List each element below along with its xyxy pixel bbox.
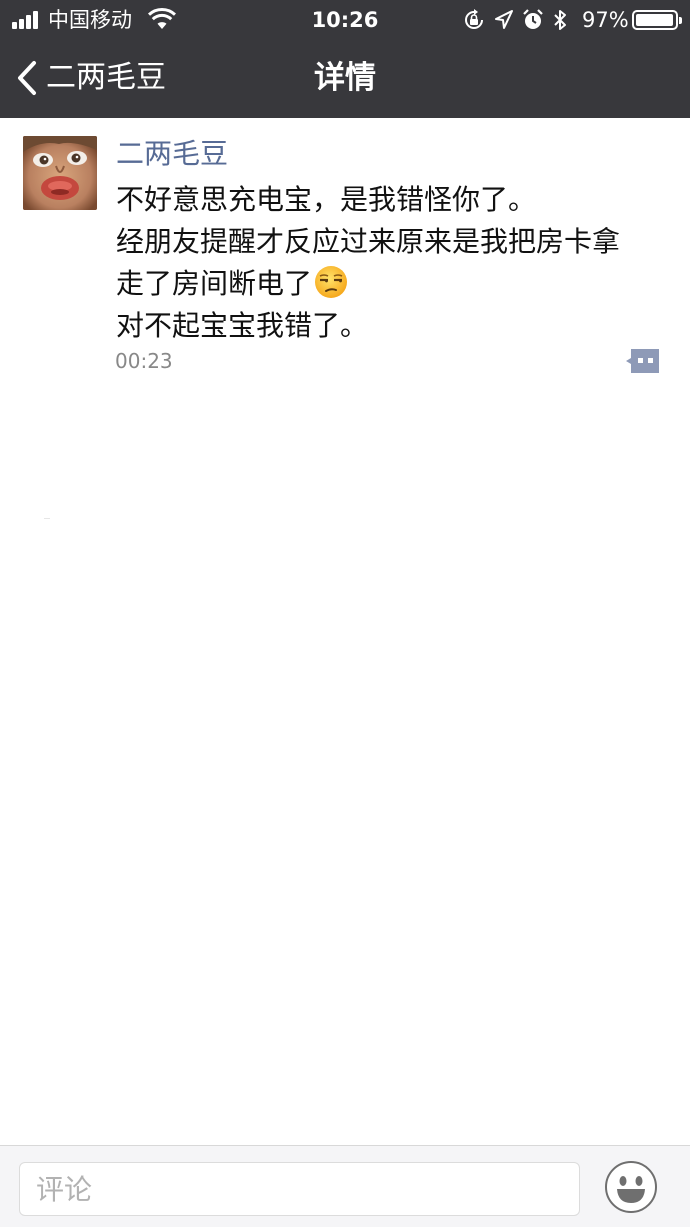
battery-fill xyxy=(636,14,673,26)
nav-bar: 二两毛豆 详情 xyxy=(0,40,690,118)
battery-percent: 97% xyxy=(582,8,629,32)
status-bar: 中国移动 10:26 97% xyxy=(0,0,690,40)
avatar-photo xyxy=(23,136,97,210)
post-line: 经朋友提醒才反应过来原来是我把房卡拿 xyxy=(116,225,621,258)
post-text: 不好意思充电宝，是我错怪你了。 经朋友提醒才反应过来原来是我把房卡拿 走了房间断… xyxy=(116,179,666,347)
avatar[interactable] xyxy=(23,136,97,210)
unamused-face-emoji xyxy=(315,266,348,298)
top-bar: 中国移动 10:26 97% 二两毛豆 详情 xyxy=(0,0,690,118)
post-line: 不好意思充电宝，是我错怪你了。 xyxy=(116,183,537,216)
comment-bar xyxy=(0,1145,690,1227)
post-line-text: 走了房间断电了 xyxy=(116,267,313,300)
alarm-icon xyxy=(523,9,543,29)
smiley-icon[interactable] xyxy=(604,1160,658,1214)
author-name[interactable]: 二两毛豆 xyxy=(116,134,228,174)
post-line: 走了房间断电了 xyxy=(116,263,666,305)
divider xyxy=(44,518,50,519)
comment-input[interactable] xyxy=(19,1162,580,1216)
rotation-lock-icon xyxy=(465,9,483,29)
post-line: 对不起宝宝我错了。 xyxy=(116,309,369,342)
bluetooth-icon xyxy=(554,10,566,30)
post-time: 00:23 xyxy=(115,349,173,373)
battery-icon xyxy=(632,10,682,30)
location-icon xyxy=(495,10,513,29)
comment-icon[interactable] xyxy=(625,347,661,375)
status-icons xyxy=(462,8,568,32)
page-title: 详情 xyxy=(314,60,376,96)
